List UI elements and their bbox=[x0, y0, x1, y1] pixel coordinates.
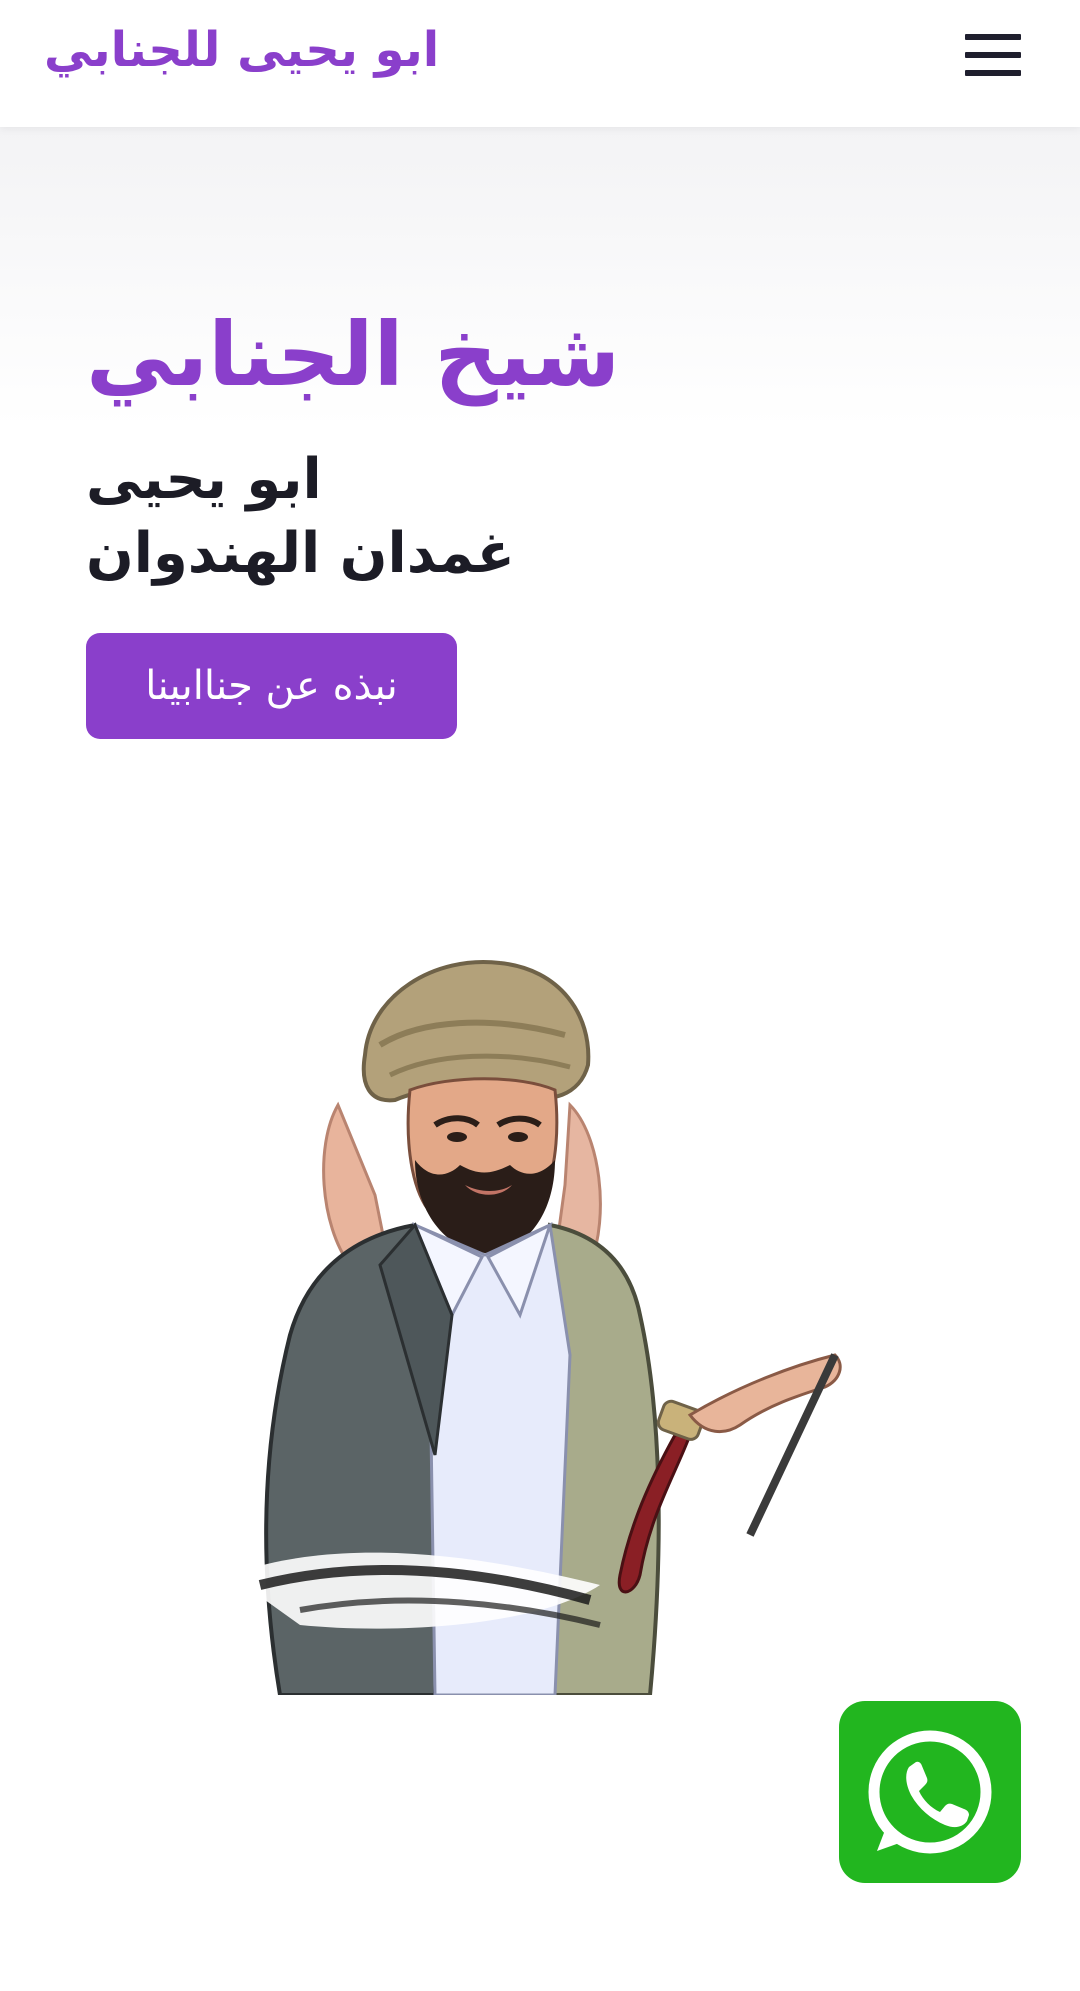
whatsapp-button[interactable] bbox=[839, 1701, 1021, 1883]
sheikh-portrait-illustration bbox=[220, 935, 880, 1697]
hamburger-menu-icon-bar bbox=[965, 52, 1021, 58]
site-header: ابو يحيى للجنابي bbox=[0, 0, 1080, 127]
brand-logo-text[interactable]: ابو يحيى للجنابي bbox=[44, 22, 439, 78]
whatsapp-icon bbox=[868, 1730, 992, 1854]
hero-title: شيخ الجنابي bbox=[86, 303, 621, 406]
hamburger-menu-button[interactable] bbox=[961, 30, 1023, 80]
page: ابو يحيى للجنابي شيخ الجنابي ابو يحيى غم… bbox=[0, 0, 1080, 1991]
hamburger-menu-icon-bar bbox=[965, 70, 1021, 76]
hero-subtitle-line-1: ابو يحيى bbox=[86, 447, 322, 512]
about-jambiyas-button[interactable]: نبذه عن جناابينا bbox=[86, 633, 457, 739]
hero-subtitle-line-2: غمدان الهندوان bbox=[86, 521, 515, 586]
hamburger-menu-icon bbox=[965, 34, 1021, 40]
hero-subtitle: ابو يحيى غمدان الهندوان bbox=[86, 443, 515, 591]
